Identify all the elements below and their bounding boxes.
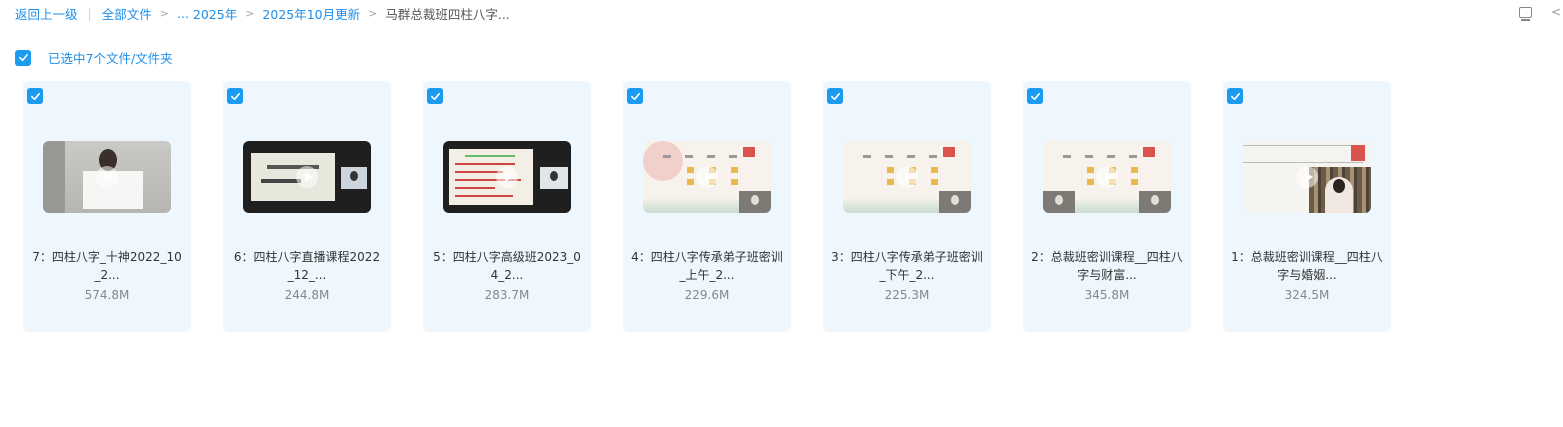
breadcrumb-all-files[interactable]: 全部文件 (102, 4, 152, 23)
file-card[interactable]: 2：总裁班密训课程__四柱八字与财富... 345.8M (1023, 81, 1191, 332)
file-grid: 7：四柱八字_十神2022_10_2... 574.8M 6：四柱八字直播课程2… (23, 81, 1391, 332)
file-name[interactable]: 4：四柱八字传承弟子班密训_上午_2... (631, 248, 783, 284)
check-icon (30, 92, 40, 100)
file-card[interactable]: 5：四柱八字高级班2023_04_2... 283.7M (423, 81, 591, 332)
video-thumbnail[interactable] (1043, 141, 1171, 213)
video-thumbnail[interactable] (1243, 141, 1371, 213)
file-card[interactable]: 6：四柱八字直播课程2022_12_... 244.8M (223, 81, 391, 332)
breadcrumb-current: 马群总裁班四柱八字... (385, 6, 510, 22)
file-checkbox[interactable] (1027, 88, 1043, 104)
file-checkbox[interactable] (627, 88, 643, 104)
file-checkbox[interactable] (27, 88, 43, 104)
play-icon[interactable] (1296, 166, 1318, 188)
selection-count: 已选中7个文件/文件夹 (48, 51, 173, 66)
play-icon[interactable] (96, 166, 118, 188)
toolbar-right: < (1518, 5, 1563, 21)
chevron-right-icon: > (368, 6, 378, 20)
video-thumbnail[interactable] (643, 141, 771, 213)
breadcrumb: 返回上一级 | 全部文件 > ... 2025年 > 2025年10月更新 > … (15, 4, 510, 22)
file-size: 345.8M (1084, 288, 1130, 302)
file-name[interactable]: 7：四柱八字_十神2022_10_2... (31, 248, 183, 284)
check-icon (230, 92, 240, 100)
video-thumbnail[interactable] (243, 141, 371, 213)
play-icon[interactable] (896, 166, 918, 188)
play-icon[interactable] (496, 166, 518, 188)
video-thumbnail[interactable] (43, 141, 171, 213)
file-checkbox[interactable] (827, 88, 843, 104)
breadcrumb-year[interactable]: 2025年 (193, 4, 237, 23)
file-size: 283.7M (484, 288, 530, 302)
chevron-left-icon[interactable]: < (1551, 5, 1561, 19)
file-checkbox[interactable] (1227, 88, 1243, 104)
file-size: 324.5M (1284, 288, 1330, 302)
chevron-right-icon: > (245, 6, 255, 20)
select-all-checkbox[interactable] (15, 49, 31, 66)
breadcrumb-divider: | (87, 5, 92, 21)
file-card[interactable]: 7：四柱八字_十神2022_10_2... 574.8M (23, 81, 191, 332)
check-icon (18, 53, 28, 62)
check-icon (430, 92, 440, 100)
check-icon (830, 92, 840, 100)
file-checkbox[interactable] (227, 88, 243, 104)
chevron-right-icon: > (159, 6, 169, 20)
file-size: 225.3M (884, 288, 930, 302)
breadcrumb-ellipsis[interactable]: ... (177, 6, 189, 21)
file-size: 574.8M (84, 288, 130, 302)
file-checkbox[interactable] (427, 88, 443, 104)
back-link[interactable]: 返回上一级 (15, 4, 78, 23)
display-mode-icon[interactable] (1518, 6, 1532, 21)
select-all-row: 已选中7个文件/文件夹 (15, 48, 173, 67)
breadcrumb-month[interactable]: 2025年10月更新 (262, 4, 360, 23)
check-icon (630, 92, 640, 100)
video-thumbnail[interactable] (843, 141, 971, 213)
file-size: 244.8M (284, 288, 330, 302)
play-icon[interactable] (696, 166, 718, 188)
file-name[interactable]: 6：四柱八字直播课程2022_12_... (231, 248, 383, 284)
file-card[interactable]: 1：总裁班密训课程__四柱八字与婚姻... 324.5M (1223, 81, 1391, 332)
check-icon (1230, 92, 1240, 100)
play-icon[interactable] (1096, 166, 1118, 188)
play-icon[interactable] (296, 166, 318, 188)
check-icon (1030, 92, 1040, 100)
file-name[interactable]: 3：四柱八字传承弟子班密训_下午_2... (831, 248, 983, 284)
file-name[interactable]: 5：四柱八字高级班2023_04_2... (431, 248, 583, 284)
file-name[interactable]: 2：总裁班密训课程__四柱八字与财富... (1031, 248, 1183, 284)
file-size: 229.6M (684, 288, 730, 302)
file-card[interactable]: 3：四柱八字传承弟子班密训_下午_2... 225.3M (823, 81, 991, 332)
video-thumbnail[interactable] (443, 141, 571, 213)
file-name[interactable]: 1：总裁班密训课程__四柱八字与婚姻... (1231, 248, 1383, 284)
file-card[interactable]: 4：四柱八字传承弟子班密训_上午_2... 229.6M (623, 81, 791, 332)
